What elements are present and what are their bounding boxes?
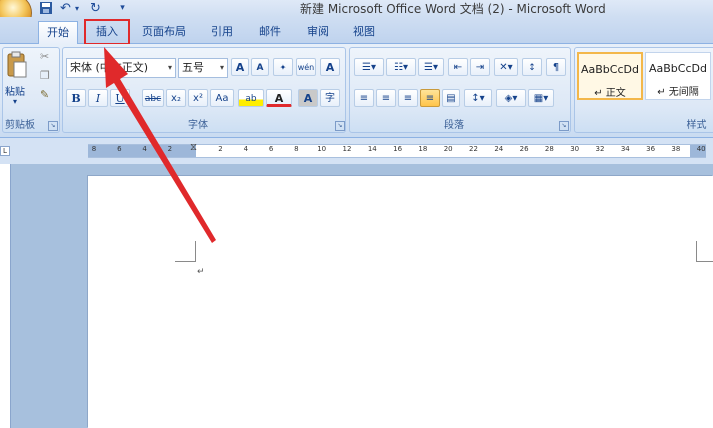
annotation-arrow	[104, 47, 216, 243]
